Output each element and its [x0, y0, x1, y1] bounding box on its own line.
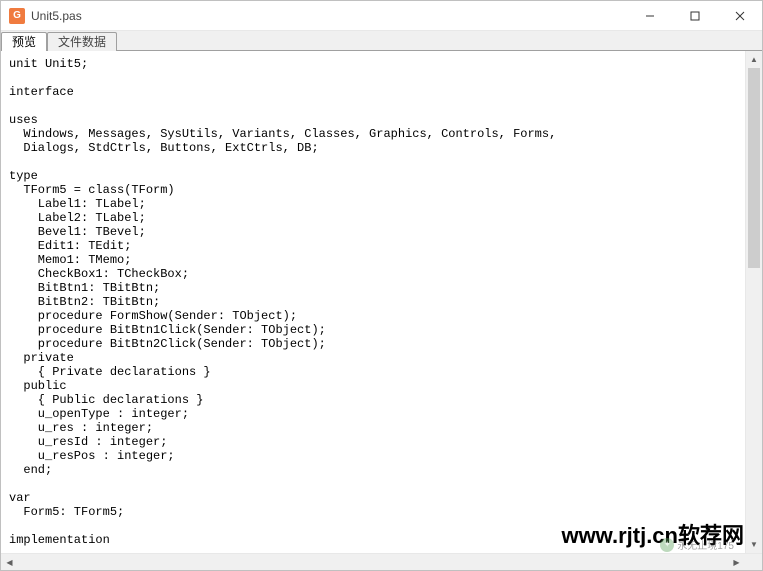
content-area: unit Unit5; interface uses Windows, Mess… [1, 51, 762, 553]
maximize-button[interactable] [672, 1, 717, 30]
window-controls [627, 1, 762, 30]
horizontal-scroll-track[interactable] [18, 554, 728, 570]
tab-filedata[interactable]: 文件数据 [47, 32, 117, 51]
vertical-scroll-track[interactable] [746, 68, 762, 536]
tab-bar: 预览 文件数据 [1, 31, 762, 51]
close-button[interactable] [717, 1, 762, 30]
scroll-right-arrow-icon[interactable]: ▶ [728, 554, 745, 570]
app-icon: G [9, 8, 25, 24]
tab-preview[interactable]: 预览 [1, 32, 47, 51]
scroll-corner [745, 554, 762, 570]
scroll-up-arrow-icon[interactable]: ▲ [746, 51, 762, 68]
vertical-scroll-thumb[interactable] [748, 68, 760, 268]
scroll-down-arrow-icon[interactable]: ▼ [746, 536, 762, 553]
code-view[interactable]: unit Unit5; interface uses Windows, Mess… [1, 51, 745, 553]
vertical-scrollbar[interactable]: ▲ ▼ [745, 51, 762, 553]
title-bar: G Unit5.pas [1, 1, 762, 31]
horizontal-scrollbar[interactable]: ◀ ▶ [1, 553, 762, 570]
scroll-left-arrow-icon[interactable]: ◀ [1, 554, 18, 570]
minimize-button[interactable] [627, 1, 672, 30]
window-title: Unit5.pas [31, 9, 627, 23]
